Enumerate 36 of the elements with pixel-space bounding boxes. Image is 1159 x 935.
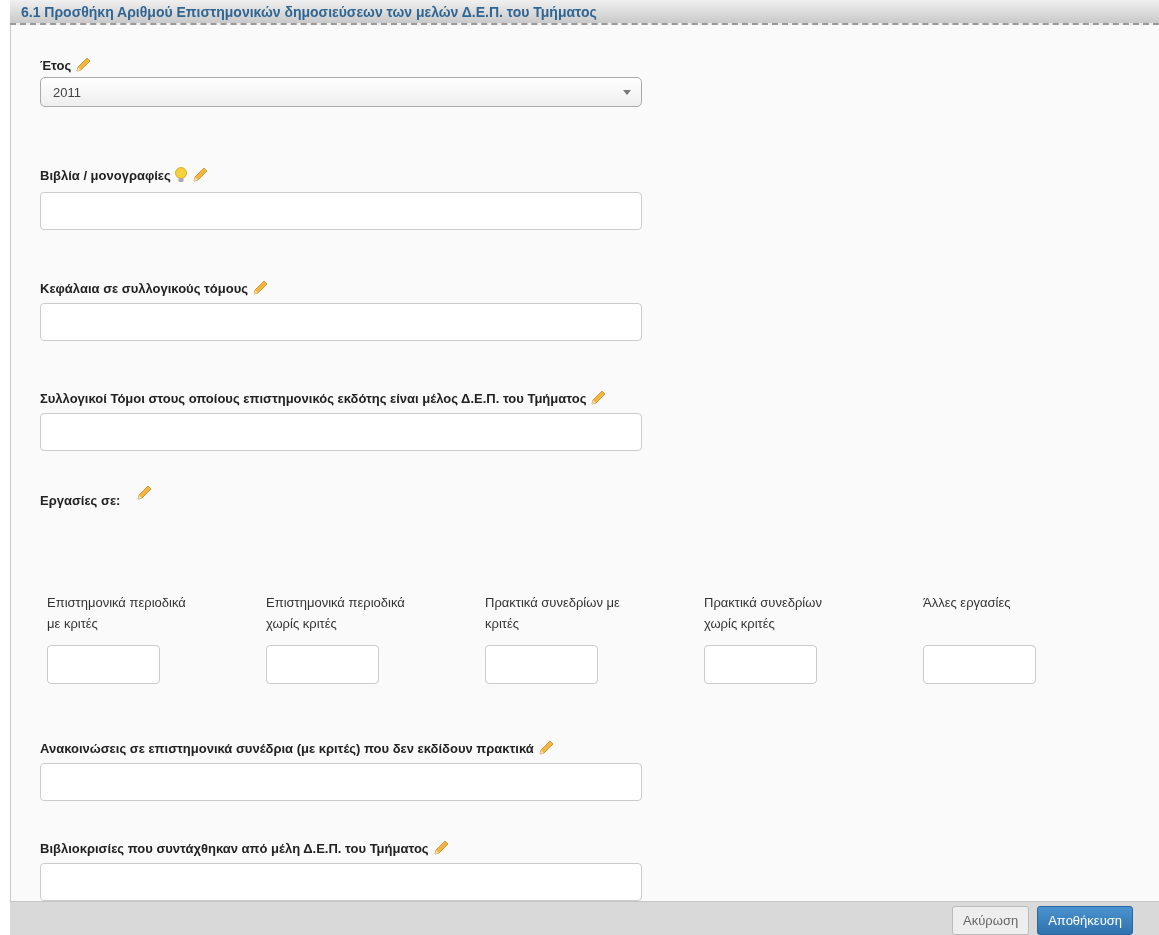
- pencil-icon[interactable]: [135, 484, 154, 503]
- cancel-button[interactable]: Ακύρωση: [952, 906, 1030, 935]
- lightbulb-icon[interactable]: [173, 166, 188, 184]
- field-label: Ανακοινώσεις σε επιστημονικά συνέδρια (με κριτές) που δεν εκδίδουν πρακτικά: [40, 740, 534, 756]
- pencil-icon[interactable]: [251, 279, 269, 298]
- pencil-icon[interactable]: [190, 166, 209, 185]
- input-field[interactable]: [40, 763, 642, 802]
- subfield-label: Πρακτικά συνεδρίων με κριτές: [485, 594, 621, 634]
- input-field[interactable]: [47, 645, 160, 685]
- pencil-icon[interactable]: [431, 839, 450, 858]
- field-label: Έτος: [40, 57, 72, 73]
- input-field[interactable]: [40, 303, 642, 342]
- subfield-label: Άλλες εργασίες: [923, 594, 1012, 613]
- section-title: 6.1 Προσθήκη Αριθμού Επιστημονικών δημοσιεύσεων των μελών Δ.Ε.Π. του Τμήματος: [21, 3, 597, 20]
- field-label: Βιβλία / μονογραφίες: [40, 167, 171, 183]
- select-value: 2011: [53, 84, 81, 100]
- input-field[interactable]: [40, 413, 642, 452]
- pencil-icon[interactable]: [589, 389, 608, 408]
- pencil-icon[interactable]: [536, 739, 555, 758]
- subfield-label: Επιστημονικά περιοδικά χωρίς κριτές: [266, 594, 406, 634]
- input-field[interactable]: [923, 645, 1036, 685]
- field-label: Κεφάλαια σε συλλογικούς τόμους: [40, 280, 248, 296]
- pencil-icon[interactable]: [74, 56, 93, 75]
- dropdown-caret-icon: [623, 89, 631, 95]
- input-field[interactable]: [704, 645, 817, 685]
- input-field[interactable]: [40, 192, 642, 231]
- input-field[interactable]: [266, 645, 379, 685]
- save-button[interactable]: Αποθήκευση: [1037, 906, 1133, 935]
- input-field[interactable]: [40, 863, 642, 902]
- year-select[interactable]: 2011: [40, 77, 642, 108]
- subfield-label: Επιστημονικά περιοδικά με κριτές: [47, 594, 187, 634]
- subfield-label: Πρακτικά συνεδρίων χωρίς κριτές: [704, 594, 823, 634]
- field-label: Βιβλιοκρισίες που συντάχθηκαν από μέλη Δ.Ε.Π. του Τμήματος: [40, 840, 429, 856]
- input-field[interactable]: [485, 645, 598, 685]
- field-label: Εργασίες σε:: [40, 492, 121, 508]
- field-label: Συλλογικοί Τόμοι στους οποίους επιστημονικός εκδότης είναι μέλος Δ.Ε.Π. του Τμήματος: [40, 390, 587, 406]
